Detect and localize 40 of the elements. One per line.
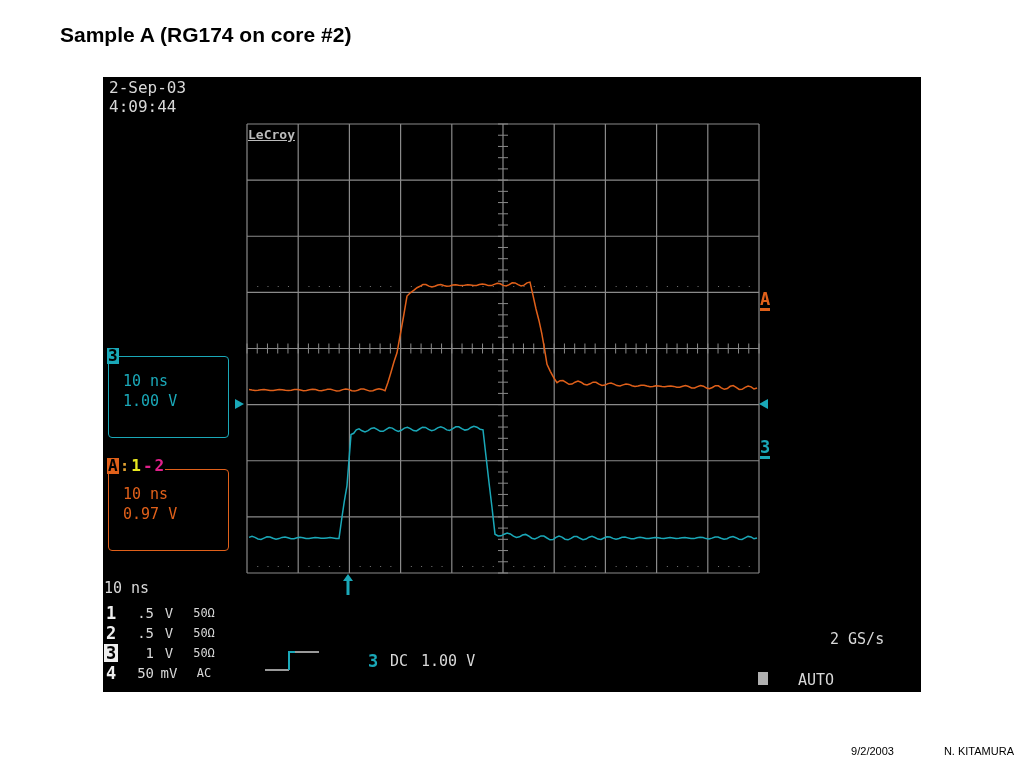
slide-title: Sample A (RG174 on core #2) [60,22,352,48]
trace-label: A [107,458,119,474]
channel-number: 3 [104,644,118,662]
timebase-text: 10 ns [104,581,150,596]
channel-scale-text: .5 [136,625,154,641]
channel-coupling-text: AC [195,666,213,680]
channel-scale-text: 50 [136,665,154,681]
trigger-channel: 3 [368,653,379,670]
channel-unit-text: V [163,605,175,621]
trace-info-text: 10 ns [123,371,170,391]
logo-text: LeCroy [248,128,295,141]
channel-coupling-text: 50Ω [192,606,216,620]
trigger-coupling-text: DC [390,654,409,669]
level-pointer-icon [235,399,244,409]
trace-info-text: 1.00 V [123,391,179,411]
trigger-level-text: 1.00 V [421,654,476,669]
trigger-mode-text: AUTO [798,673,835,688]
channel-scale-text: 1 [144,645,154,661]
channel-coupling-text: 50Ω [192,626,216,640]
channel-unit-text: V [163,645,175,661]
footer-author: N. KITAMURA [943,745,1014,757]
channel-unit-text: mV [159,665,179,681]
channel-scale-text: .5 [136,605,154,621]
trace-info-text: 0.97 V [123,504,179,524]
channel-coupling-text: 50Ω [192,646,216,660]
trace-label: 1 [130,458,142,474]
sample-rate-text: 2 GS/s [830,632,885,647]
timestamp-text: 4:09:44 [109,99,177,115]
trace-label: 3 [107,348,119,364]
footer-date: 9/2/2003 [851,745,894,757]
channel-number: 2 [104,624,118,642]
channel-unit-text: V [163,625,175,641]
status-indicator [758,672,768,685]
trigger-arrow-icon [343,574,353,595]
level-pointer-icon [759,399,768,409]
trigger-edge-icon [265,649,319,671]
channel-number: 4 [104,664,118,682]
trace-info-text: 10 ns [123,484,170,504]
channel-number: 1 [104,604,118,622]
timestamp-text: 2-Sep-03 [109,80,187,96]
